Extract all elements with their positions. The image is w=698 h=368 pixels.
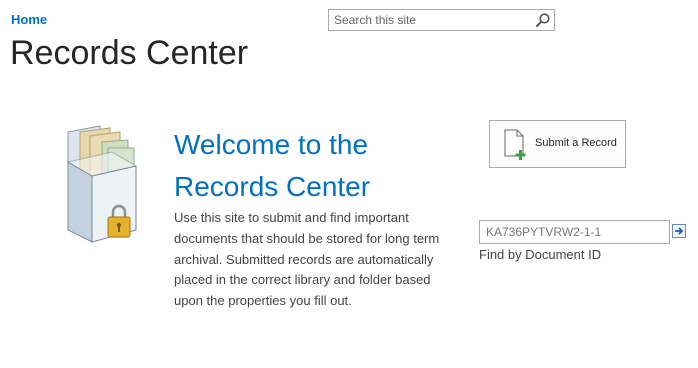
go-arrow-icon[interactable] bbox=[672, 224, 686, 238]
submit-record-label: Submit a Record bbox=[535, 137, 617, 149]
magnifier-icon[interactable] bbox=[535, 12, 551, 28]
document-id-input[interactable] bbox=[479, 220, 670, 244]
welcome-description: Use this site to submit and find importa… bbox=[174, 210, 440, 309]
document-add-icon bbox=[504, 129, 526, 160]
welcome-heading: Welcome to the Records Center bbox=[174, 129, 371, 202]
home-link[interactable]: Home bbox=[11, 12, 47, 27]
find-by-document-id-label: Find by Document ID bbox=[479, 247, 602, 262]
search-box bbox=[328, 9, 555, 31]
records-archive-icon bbox=[66, 125, 138, 243]
search-input[interactable] bbox=[329, 10, 534, 30]
page-title: Records Center bbox=[10, 34, 249, 72]
submit-record-button[interactable]: Submit a Record bbox=[489, 120, 626, 168]
